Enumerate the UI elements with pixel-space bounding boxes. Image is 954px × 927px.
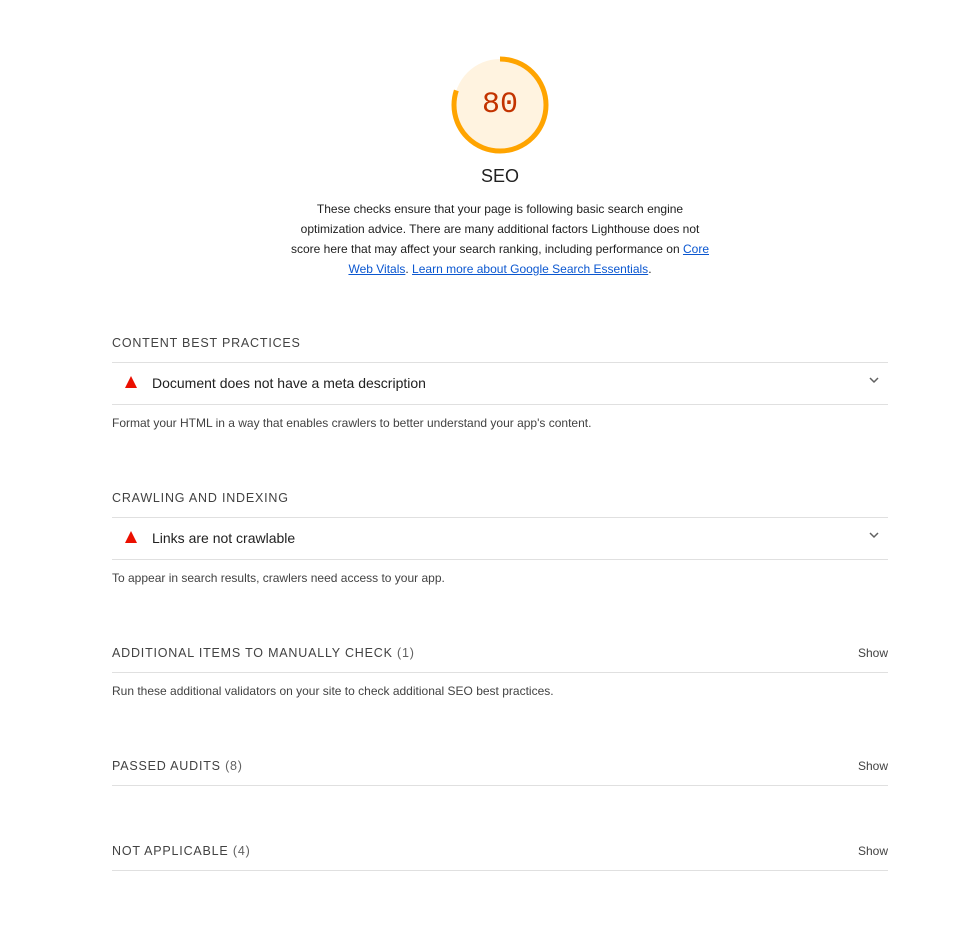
show-not-applicable-button[interactable]: Show — [858, 841, 888, 861]
divider — [112, 672, 888, 673]
search-essentials-link[interactable]: Learn more about Google Search Essential… — [412, 262, 648, 276]
show-passed-button[interactable]: Show — [858, 756, 888, 776]
group-description: To appear in search results, crawlers ne… — [112, 571, 445, 585]
show-manual-button[interactable]: Show — [858, 643, 888, 663]
audit-title: Document does not have a meta descriptio… — [152, 375, 426, 391]
group-header: Additional items to manually check (1) S… — [112, 643, 888, 663]
group-header: Not applicable (4) Show — [112, 841, 888, 861]
group-crawling-indexing: Crawling and Indexing Links are not craw… — [112, 488, 888, 586]
group-header: Passed audits (8) Show — [112, 756, 888, 776]
group-count: (1) — [397, 646, 415, 660]
group-manual-checks: Additional items to manually check (1) S… — [112, 643, 888, 699]
gauge-score: 80 — [481, 88, 518, 122]
category-description: These checks ensure that your page is fo… — [290, 199, 710, 279]
group-title: Not applicable — [112, 844, 229, 858]
group-title: Crawling and Indexing — [112, 491, 289, 505]
seo-score-gauge: 80 — [451, 56, 549, 154]
fail-triangle-icon — [125, 376, 137, 388]
audit-meta-description[interactable]: Document does not have a meta descriptio… — [112, 363, 888, 405]
fail-triangle-icon — [125, 531, 137, 543]
divider — [112, 870, 888, 871]
group-description: Run these additional validators on your … — [112, 684, 554, 698]
audit-crawlable-links[interactable]: Links are not crawlable — [112, 518, 888, 560]
gauge-title: SEO — [480, 166, 519, 186]
group-passed-audits: Passed audits (8) Show — [112, 756, 888, 786]
group-description: Format your HTML in a way that enables c… — [112, 416, 592, 430]
group-count: (4) — [232, 844, 251, 858]
group-title: Additional items to manually check — [112, 646, 393, 660]
description-end: . — [648, 262, 652, 276]
group-count: (8) — [225, 759, 243, 773]
group-not-applicable: Not applicable (4) Show — [112, 841, 888, 871]
group-title: Passed audits — [112, 759, 221, 773]
divider — [112, 785, 888, 786]
audit-title: Links are not crawlable — [152, 530, 296, 546]
description-text: These checks ensure that your page is fo… — [290, 202, 700, 256]
chevron-down-icon — [869, 377, 879, 384]
group-content-best-practices: Content Best Practices Document does not… — [112, 333, 888, 431]
group-title: Content Best Practices — [112, 336, 301, 350]
chevron-down-icon — [869, 532, 879, 539]
